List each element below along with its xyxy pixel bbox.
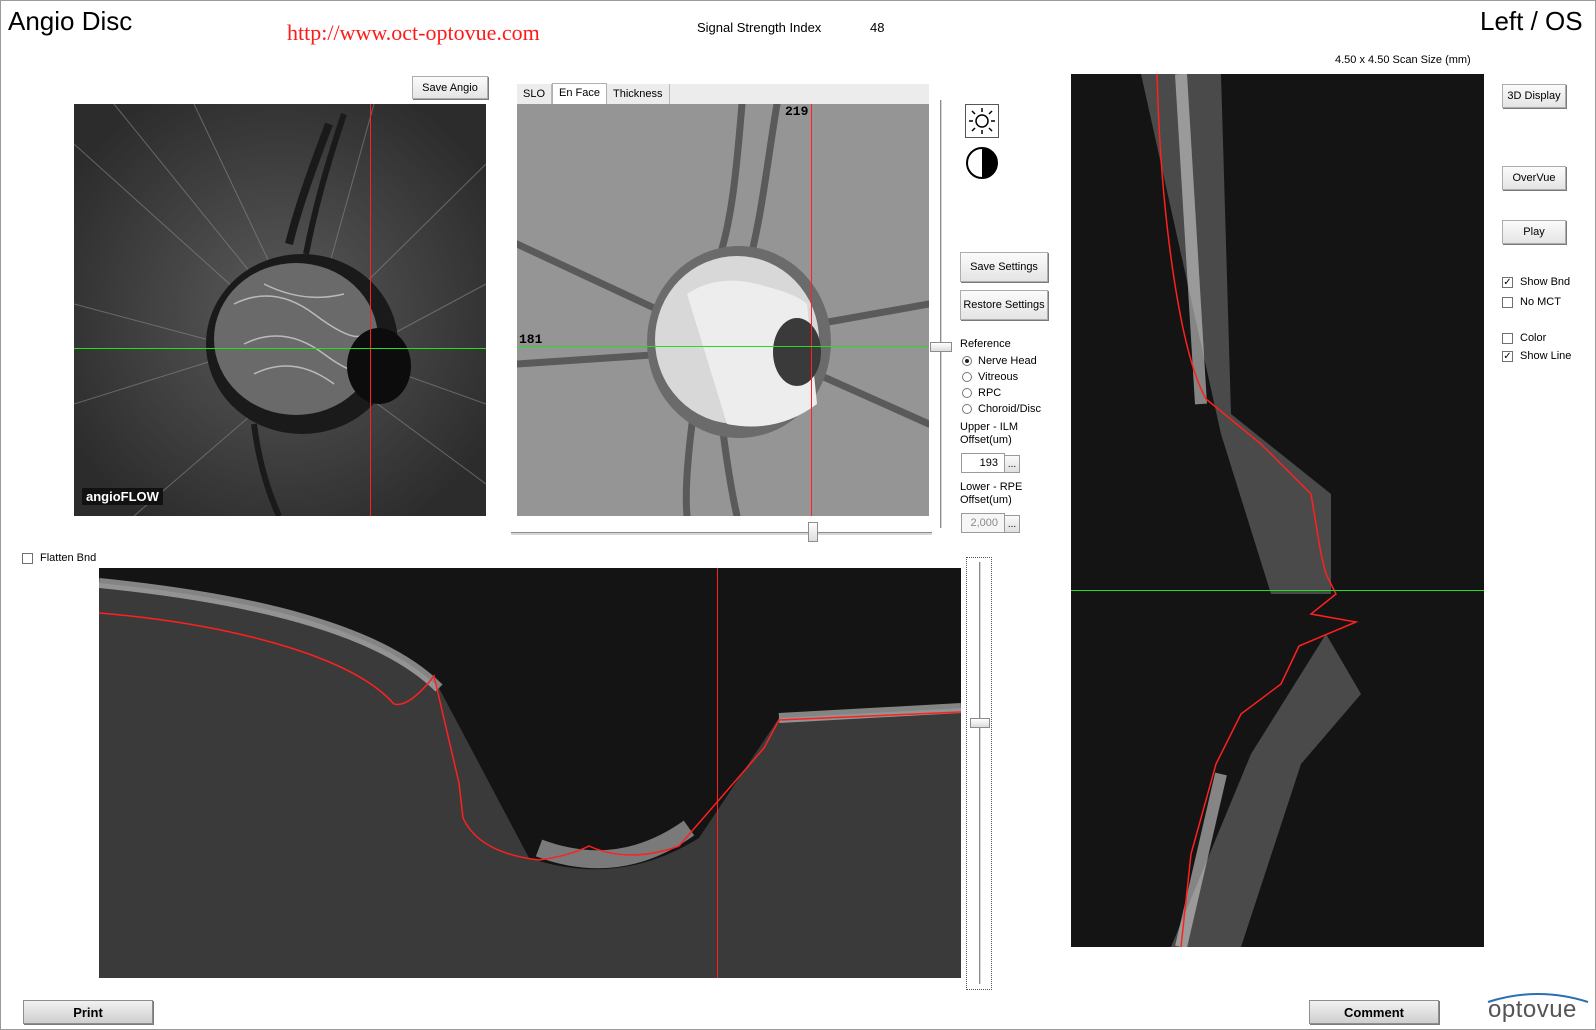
horizontal-bscan-graphic xyxy=(99,568,961,978)
radio-selected-icon xyxy=(962,356,972,366)
enface-vertical-slider-thumb[interactable] xyxy=(930,342,952,352)
brightness-icon[interactable] xyxy=(965,104,999,138)
checkbox-icon xyxy=(1502,332,1513,344)
horizontal-bscan-image[interactable] xyxy=(99,568,961,978)
page-title: Angio Disc xyxy=(8,6,133,36)
show-line-checkbox[interactable]: ✓ Show Line xyxy=(1502,348,1571,364)
enface-image-graphic xyxy=(517,104,929,516)
reference-choroid-disc[interactable]: Choroid/Disc xyxy=(962,401,1041,417)
vertical-bscan-image[interactable] xyxy=(1071,74,1484,947)
angio-crosshair xyxy=(74,104,486,516)
enface-horizontal-line xyxy=(517,346,929,347)
save-angio-button[interactable]: Save Angio xyxy=(412,76,488,99)
overvue-button[interactable]: OverVue xyxy=(1502,166,1566,190)
bscan-vertical-line xyxy=(717,568,718,978)
play-button[interactable]: Play xyxy=(1502,220,1566,244)
no-mct-checkbox[interactable]: No MCT xyxy=(1502,294,1561,310)
enface-horizontal-slider[interactable] xyxy=(511,532,932,535)
vertical-bscan-graphic xyxy=(1071,74,1484,947)
color-checkbox[interactable]: Color xyxy=(1502,330,1546,346)
angio-image[interactable]: angioFLOW xyxy=(74,104,486,516)
lower-offset-field[interactable]: 2,000 xyxy=(961,513,1005,533)
enface-tabs: SLO En Face Thickness xyxy=(517,83,929,105)
radio-icon xyxy=(962,404,972,414)
bscan-depth-slider[interactable] xyxy=(979,562,981,984)
angio-vertical-line xyxy=(370,104,371,516)
lower-offset-label: Offset(um) xyxy=(960,494,1012,506)
enface-vertical-line xyxy=(811,104,812,516)
signal-strength-label: Signal Strength Index xyxy=(697,20,822,35)
restore-settings-button[interactable]: Restore Settings xyxy=(960,290,1048,320)
angio-horizontal-line xyxy=(74,348,486,349)
vertical-bscan-horizontal-line xyxy=(1071,590,1484,591)
eye-label: Left / OS xyxy=(1480,6,1583,36)
reference-nerve-head[interactable]: Nerve Head xyxy=(962,353,1041,369)
checkbox-checked-icon: ✓ xyxy=(1502,276,1513,288)
reference-vitreous[interactable]: Vitreous xyxy=(962,369,1041,385)
angioflow-logo: angioFLOW xyxy=(82,488,163,505)
tab-en-face[interactable]: En Face xyxy=(552,83,607,105)
upper-offset-field[interactable]: 193 xyxy=(961,453,1005,473)
enface-column-marker: 219 xyxy=(785,104,809,119)
website-url: http://www.oct-optovue.com xyxy=(287,20,540,45)
enface-row-marker: 181 xyxy=(519,332,543,347)
3d-display-button[interactable]: 3D Display xyxy=(1502,84,1566,108)
comment-button[interactable]: Comment xyxy=(1309,1000,1439,1024)
contrast-icon[interactable] xyxy=(965,146,999,180)
enface-image[interactable]: 219 181 xyxy=(517,104,929,516)
tab-slo[interactable]: SLO xyxy=(517,84,553,104)
bscan-depth-slider-thumb[interactable] xyxy=(970,718,990,728)
upper-boundary-label: Upper - ILM xyxy=(960,421,1019,433)
flatten-bnd-checkbox[interactable]: Flatten Bnd xyxy=(22,550,96,566)
checkbox-icon xyxy=(1502,296,1513,308)
lower-offset-browse-button[interactable]: ... xyxy=(1004,515,1020,533)
upper-offset-browse-button[interactable]: ... xyxy=(1004,455,1020,473)
checkbox-icon xyxy=(22,552,33,564)
save-settings-button[interactable]: Save Settings xyxy=(960,252,1048,282)
reference-radio-group: Nerve Head Vitreous RPC Choroid/Disc xyxy=(962,353,1041,417)
signal-strength-value: 48 xyxy=(870,20,885,35)
checkbox-checked-icon: ✓ xyxy=(1502,350,1513,362)
scan-size-label: 4.50 x 4.50 Scan Size (mm) xyxy=(1335,54,1471,66)
enface-vertical-slider[interactable] xyxy=(940,100,942,528)
reference-rpc[interactable]: RPC xyxy=(962,385,1041,401)
show-bnd-checkbox[interactable]: ✓ Show Bnd xyxy=(1502,274,1570,290)
upper-offset-label: Offset(um) xyxy=(960,434,1012,446)
print-button[interactable]: Print xyxy=(23,1000,153,1024)
optovue-logo: optovue xyxy=(1488,996,1577,1023)
radio-icon xyxy=(962,372,972,382)
enface-horizontal-slider-thumb[interactable] xyxy=(808,522,818,542)
reference-label: Reference xyxy=(960,338,1011,350)
tab-thickness[interactable]: Thickness xyxy=(607,84,670,104)
radio-icon xyxy=(962,388,972,398)
lower-boundary-label: Lower - RPE xyxy=(960,481,1023,493)
